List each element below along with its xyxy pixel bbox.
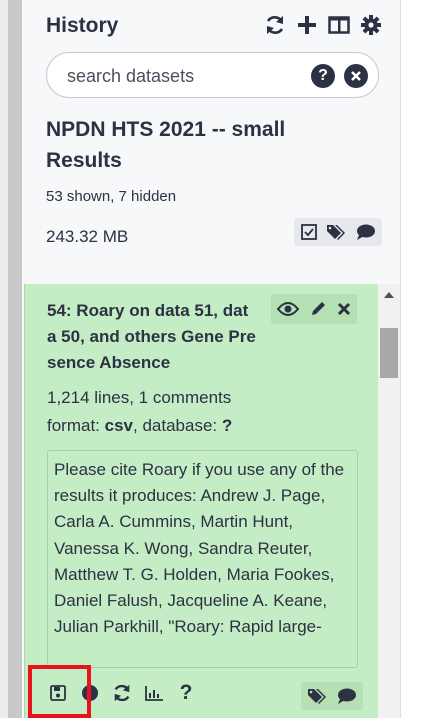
clear-search-icon[interactable]: [344, 64, 368, 88]
visualize-chart-icon[interactable]: [143, 681, 165, 705]
history-panel: History ? NPDN HTS 2021 -- small Results…: [22, 0, 400, 718]
divider: [22, 268, 400, 284]
left-gutter: [0, 0, 8, 718]
dataset-item: 54: Roary on data 51, data 50, and other…: [24, 284, 378, 718]
dataset-line-count: 1,214 lines, 1 comments: [47, 388, 232, 407]
select-items-icon[interactable]: [300, 223, 318, 241]
close-icon[interactable]: [337, 302, 351, 316]
highlight-box: [28, 665, 91, 718]
tags-icon[interactable]: [326, 223, 348, 241]
dataset-buttons: [271, 294, 357, 324]
left-scroll-track: [8, 0, 22, 718]
scroll-thumb[interactable]: [380, 328, 398, 378]
refresh-icon[interactable]: [264, 14, 286, 36]
rerun-icon[interactable]: [111, 681, 133, 705]
dataset-annotation-icon[interactable]: [337, 687, 357, 705]
format-label: format:: [47, 416, 105, 435]
history-title: History: [46, 14, 119, 37]
history-size: 243.32 MB: [46, 227, 129, 246]
history-counts: 53 shown, 7 hidden: [46, 188, 177, 205]
dataset-info-text: Please cite Roary if you use any of the …: [54, 460, 345, 637]
history-actions: [294, 218, 382, 246]
gear-icon[interactable]: [360, 14, 382, 36]
history-name[interactable]: NPDN HTS 2021 -- small Results: [46, 114, 346, 176]
dataset-tag-buttons: [301, 682, 363, 710]
search-box: ?: [46, 52, 379, 98]
eye-icon[interactable]: [277, 301, 299, 317]
dataset-title[interactable]: 54: Roary on data 51, data 50, and other…: [47, 298, 257, 376]
format-value: csv: [104, 416, 133, 435]
dataset-format-row: format: csv, database: ?: [47, 416, 232, 436]
dataset-info-box: Please cite Roary if you use any of the …: [47, 450, 358, 668]
search-input[interactable]: [67, 64, 297, 88]
question-icon[interactable]: ?: [175, 681, 197, 705]
scroll-up-arrow-icon[interactable]: [384, 292, 394, 298]
right-gutter: [400, 0, 422, 718]
pencil-icon[interactable]: [309, 300, 327, 318]
history-header-icons: [264, 14, 382, 36]
plus-icon[interactable]: [296, 14, 318, 36]
database-label: , database:: [133, 416, 222, 435]
help-icon[interactable]: ?: [311, 64, 335, 88]
columns-icon[interactable]: [328, 14, 350, 36]
database-value[interactable]: ?: [222, 416, 232, 435]
item-scrollbar[interactable]: [378, 284, 400, 718]
annotation-icon[interactable]: [356, 223, 376, 241]
dataset-tags-icon[interactable]: [307, 687, 329, 705]
